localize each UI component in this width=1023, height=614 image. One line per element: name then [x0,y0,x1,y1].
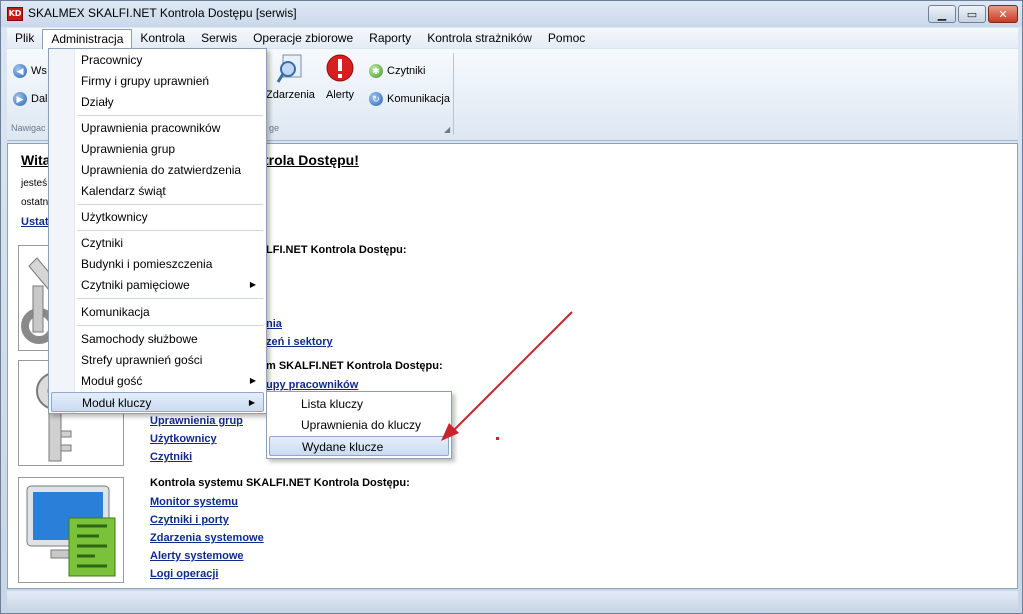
app-window: KD SKALMEX SKALFI.NET Kontrola Dostępu [… [0,0,1023,614]
annotation-arrow [441,311,573,441]
